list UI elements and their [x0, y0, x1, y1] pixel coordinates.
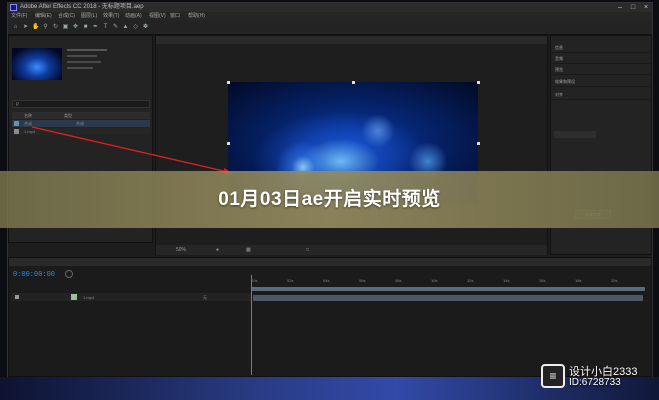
banner-title: 01月03日ae开启实时预览	[218, 189, 441, 210]
watermark: ≡ 设计小白2333 ID:6728733	[539, 360, 657, 396]
watermark-id: ID:6728733	[569, 377, 621, 388]
watermark-logo-icon: ≡	[541, 364, 565, 388]
title-banner: 01月03日ae开启实时预览	[0, 171, 659, 228]
arrow-line	[31, 126, 229, 173]
